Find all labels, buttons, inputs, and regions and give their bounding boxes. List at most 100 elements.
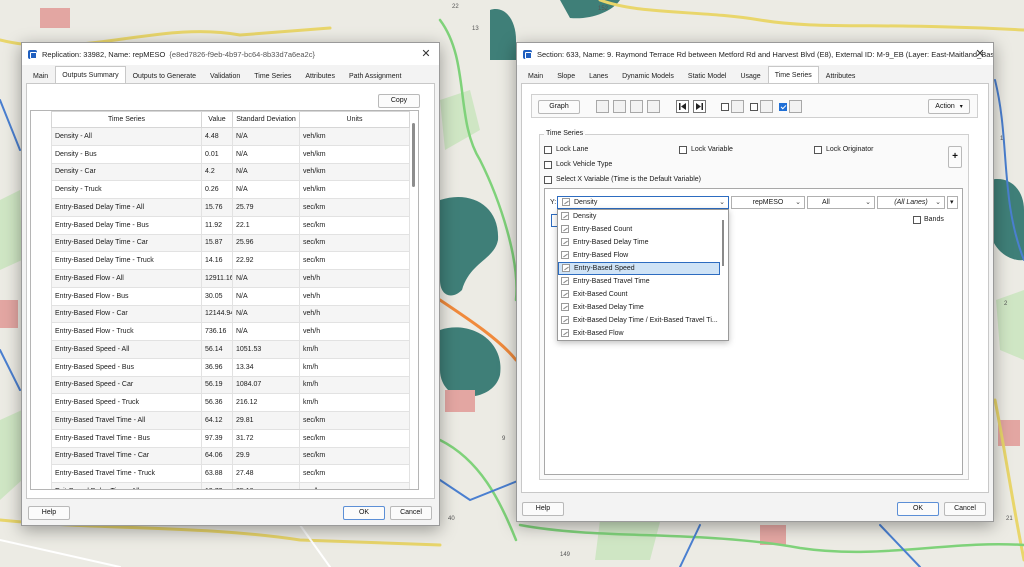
toggle-checkbox[interactable] — [721, 103, 729, 111]
table-row[interactable]: Entry-Based Speed - Truck 56.36 216.12 km/h — [51, 393, 410, 412]
action-button[interactable]: Action ▾ — [928, 99, 970, 114]
ok-button[interactable]: OK — [343, 506, 385, 520]
chart-trend-icon[interactable] — [789, 100, 802, 113]
tab-dynamic-models[interactable]: Dynamic Models — [615, 68, 681, 83]
cancel-button[interactable]: Cancel — [390, 506, 432, 520]
lanes-select[interactable]: (All Lanes) ⌄ — [877, 196, 945, 209]
table-row[interactable]: Density - All 4.48 N/A veh/km — [51, 127, 410, 146]
chart-scatter-icon[interactable] — [760, 100, 773, 113]
dropdown-item[interactable]: Entry-Based Speed — [558, 262, 720, 275]
table-row[interactable]: Density - Bus 0.01 N/A veh/km — [51, 144, 410, 164]
tab-attributes[interactable]: Attributes — [298, 68, 342, 83]
table-row[interactable]: Entry-Based Speed - Bus 36.96 13.34 km/h — [51, 357, 410, 377]
tab-time-series[interactable]: Time Series — [247, 68, 298, 83]
tab-outputs-to-generate[interactable]: Outputs to Generate — [126, 68, 203, 83]
grid-icon[interactable] — [647, 100, 660, 113]
select-x-checkbox[interactable] — [544, 176, 552, 184]
tab-slope[interactable]: Slope — [550, 68, 582, 83]
skip-forward-icon[interactable] — [693, 100, 706, 113]
table-row[interactable]: Entry-Based Travel Time - Car 64.06 29.9 se… — [51, 446, 410, 466]
y-variable-select[interactable]: Density ⌄ — [557, 196, 729, 209]
dropdown-item[interactable]: Exit-Based Count — [558, 288, 720, 301]
lock-originator-checkbox[interactable] — [814, 146, 822, 154]
map-label: 152 — [598, 6, 609, 12]
chart-line-icon[interactable] — [596, 100, 609, 113]
help-button[interactable]: Help — [522, 502, 564, 516]
table-row[interactable]: Entry-Based Delay Time - Truck 14.16 22.92… — [51, 251, 410, 270]
tab-main[interactable]: Main — [521, 68, 550, 83]
series-options-button[interactable]: ▾ — [947, 196, 958, 209]
help-button[interactable]: Help — [28, 506, 70, 520]
column-header[interactable]: Value — [201, 111, 233, 128]
dropdown-item[interactable]: Exit-Based Delay Time / Exit-Based Trave… — [558, 314, 720, 327]
series-icon — [561, 277, 569, 286]
table-icon[interactable] — [731, 100, 744, 113]
column-header[interactable]: Standard Deviation — [232, 111, 300, 128]
table-row[interactable]: Entry-Based Travel Time - All 64.12 29.81 s… — [51, 411, 410, 430]
table-cell: sec/km — [299, 464, 410, 483]
dropdown-scrollbar[interactable] — [722, 220, 724, 266]
ok-button[interactable]: OK — [897, 502, 939, 516]
vehicle-select[interactable]: All ⌄ — [807, 196, 875, 209]
tab-validation[interactable]: Validation — [203, 68, 247, 83]
table-cell: sec/km — [299, 251, 410, 270]
table-cell: km/h — [299, 393, 410, 412]
chart-bar-icon[interactable] — [630, 100, 643, 113]
tab-usage[interactable]: Usage — [733, 68, 767, 83]
table-row[interactable]: Density - Car 4.2 N/A veh/km — [51, 162, 410, 182]
dialog-title-bar[interactable]: Replication: 33982, Name: repMESO {e8ed7… — [22, 43, 439, 65]
dialog-title-bar[interactable]: Section: 633, Name: 9. Raymond Terrace R… — [517, 43, 993, 65]
table-row[interactable]: Entry-Based Flow - Bus 30.05 N/A veh/h — [51, 286, 410, 306]
graph-button[interactable]: Graph — [538, 100, 580, 114]
close-icon[interactable]: ✕ — [419, 47, 433, 61]
tab-outputs-summary[interactable]: Outputs Summary — [55, 66, 126, 83]
tab-attributes[interactable]: Attributes — [819, 68, 863, 83]
dropdown-item[interactable]: Exit-Based Delay Time — [558, 301, 720, 314]
skip-back-icon[interactable] — [676, 100, 689, 113]
replication-select[interactable]: repMESO ⌄ — [731, 196, 805, 209]
table-cell: km/h — [299, 340, 410, 359]
table-row[interactable]: Entry-Based Delay Time - Car 15.87 25.96 se… — [51, 233, 410, 253]
column-header[interactable]: Time Series — [51, 111, 202, 128]
table-scrollbar[interactable] — [412, 123, 415, 187]
map-label: 149 — [560, 552, 571, 558]
table-row[interactable]: Entry-Based Delay Time - Bus 11.92 22.1 sec… — [51, 215, 410, 235]
table-row[interactable]: Entry-Based Speed - Car 56.19 1084.07 km/h — [51, 375, 410, 395]
tab-main[interactable]: Main — [26, 68, 55, 83]
table-row[interactable]: Entry-Based Flow - All 12911.16 N/A veh/h — [51, 269, 410, 288]
dropdown-item[interactable]: Entry-Based Count — [558, 223, 720, 236]
lock-variable-checkbox[interactable] — [679, 146, 687, 154]
copy-button[interactable]: Copy — [378, 94, 420, 108]
tab-time-series[interactable]: Time Series — [767, 66, 819, 83]
dropdown-item[interactable]: Entry-Based Flow — [558, 249, 720, 262]
bands-checkbox[interactable] — [913, 216, 921, 224]
table-row[interactable]: Entry-Based Travel Time - Truck 63.88 27.4… — [51, 464, 410, 483]
toggle-checkbox[interactable] — [750, 103, 758, 111]
table-cell: 25.96 — [232, 233, 300, 253]
select-x-label: Select X Variable (Time is the Default V… — [556, 176, 701, 183]
tab-lanes[interactable]: Lanes — [582, 68, 615, 83]
table-row[interactable]: Entry-Based Delay Time - All 15.76 25.79 se… — [51, 198, 410, 217]
lock-vehicle-type-checkbox[interactable] — [544, 161, 552, 169]
lock-lane-checkbox[interactable] — [544, 146, 552, 154]
close-icon[interactable]: ✕ — [973, 47, 987, 61]
toggle-checkbox-checked[interactable] — [779, 103, 787, 111]
table-row[interactable]: Density - Truck 0.26 N/A veh/km — [51, 180, 410, 199]
table-row[interactable]: Entry-Based Speed - All 56.14 1051.53 km/h — [51, 340, 410, 359]
table-cell: 30.05 — [201, 286, 233, 306]
table-row[interactable]: Entry-Based Flow - Truck 736.16 N/A veh/h — [51, 322, 410, 341]
dropdown-item[interactable]: Exit-Based Flow — [558, 327, 720, 340]
dropdown-item[interactable]: Entry-Based Travel Time — [558, 275, 720, 288]
column-header[interactable]: Units — [299, 111, 410, 128]
chart-area-icon[interactable] — [613, 100, 626, 113]
table-row[interactable]: Entry-Based Flow - Car 12144.94 N/A veh/h — [51, 304, 410, 324]
cancel-button[interactable]: Cancel — [944, 502, 986, 516]
tab-path-assignment[interactable]: Path Assignment — [342, 68, 409, 83]
table-row[interactable]: Exit-Based Delay Time - All19.7225.18sec… — [51, 482, 410, 489]
tab-static-model[interactable]: Static Model — [681, 68, 734, 83]
add-button[interactable]: + — [948, 146, 962, 168]
dropdown-item[interactable]: Density — [558, 210, 720, 223]
table-cell: 64.12 — [201, 411, 233, 430]
table-row[interactable]: Entry-Based Travel Time - Bus 97.39 31.72 s… — [51, 428, 410, 448]
dropdown-item[interactable]: Entry-Based Delay Time — [558, 236, 720, 249]
